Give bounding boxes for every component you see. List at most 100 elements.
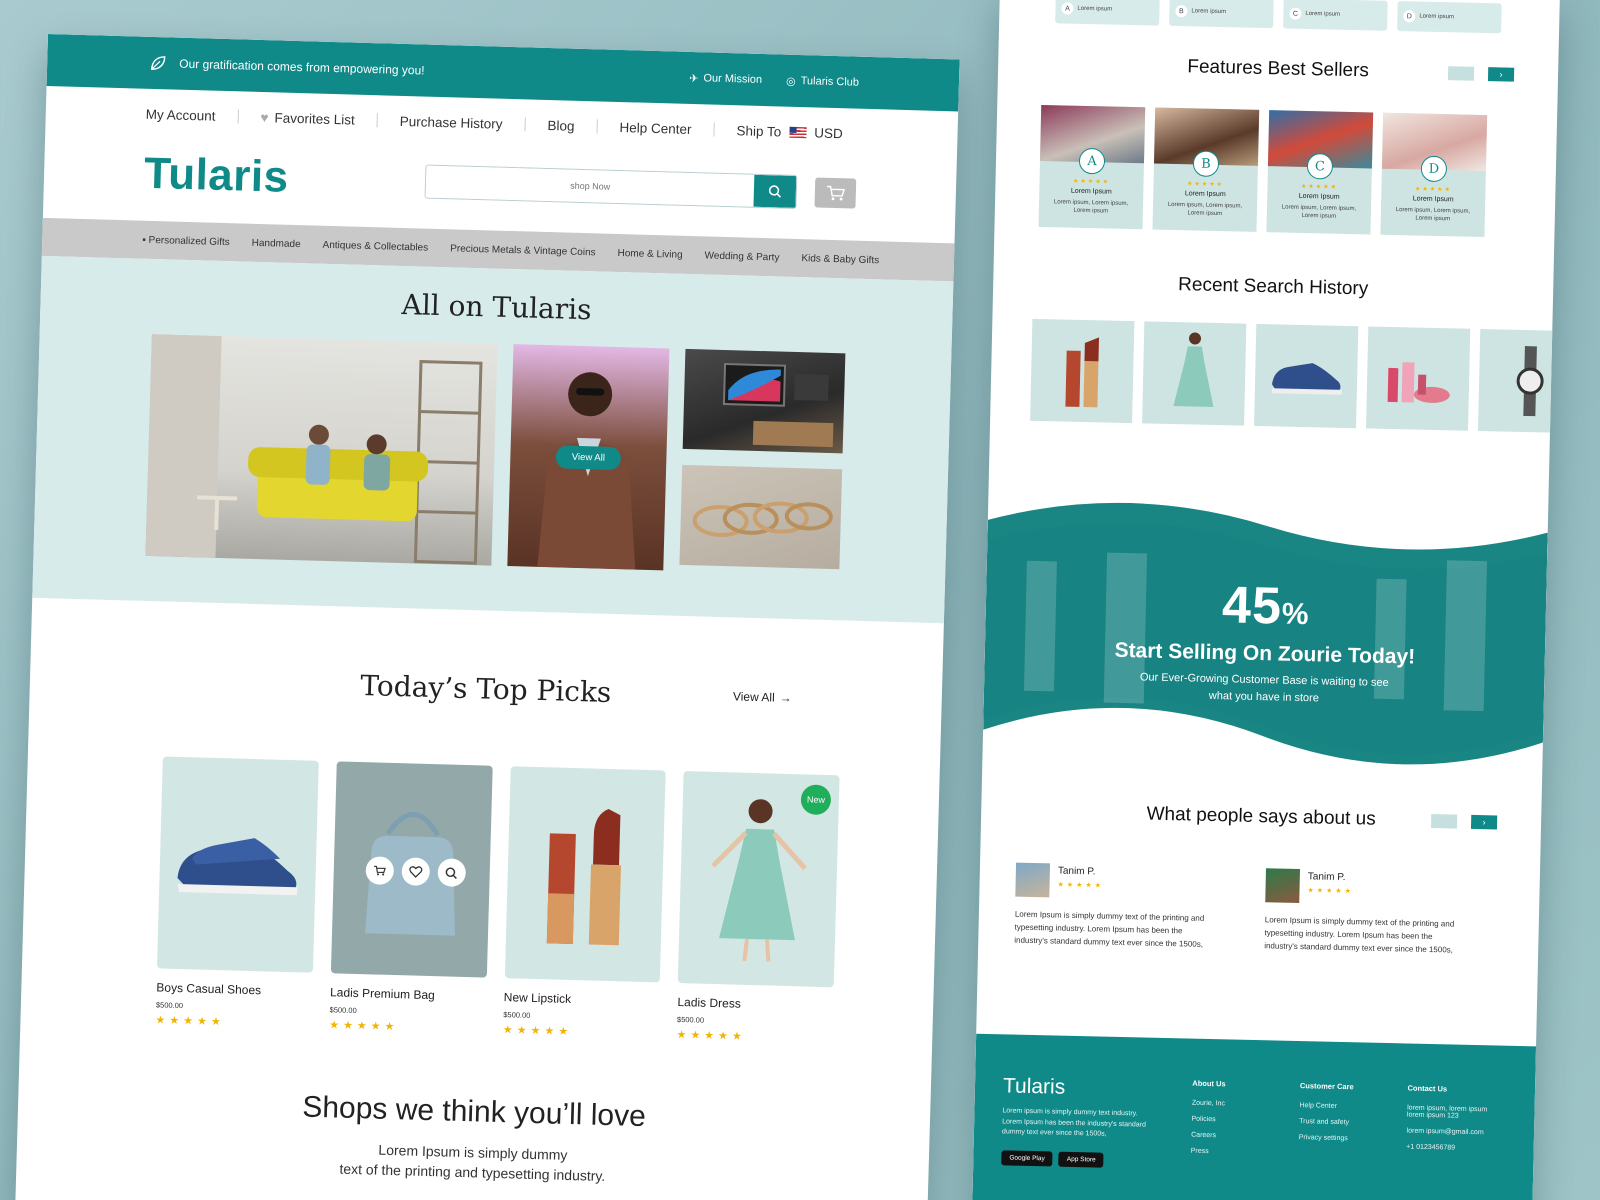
logo[interactable]: Tularis: [143, 149, 385, 206]
footer-brand: Tularis Lorem ipsum is simply dummy text…: [1001, 1074, 1153, 1197]
top-picks-section: Today’s Top Picks View All → Boys Casual …: [20, 598, 944, 1048]
promo-banner: 45% Start Selling On Zourie Today! Our E…: [982, 480, 1548, 773]
recent-search-title: Recent Search History: [1177, 274, 1369, 300]
living-room-image[interactable]: [145, 334, 498, 566]
hero-side-images: [679, 348, 846, 575]
product-card[interactable]: New Ladis Dress $500.00 ★★★★★: [676, 771, 840, 1045]
best-sellers-header: Features Best Sellers ›: [998, 52, 1558, 87]
search-input[interactable]: [425, 165, 755, 207]
product-name[interactable]: Ladis Premium Bag: [330, 985, 486, 1003]
category-precious-metals[interactable]: Precious Metals & Vintage Coins: [450, 243, 596, 258]
testimonials-title: What people says about us: [1146, 803, 1376, 830]
product-card[interactable]: New Lipstick $500.00 ★★★★★: [503, 766, 666, 1040]
arrow-right-icon: →: [779, 690, 792, 705]
best-seller-card[interactable]: A ★★★★★ Lorem Ipsum Lorem ipsum, Lorem i…: [1038, 104, 1146, 230]
fashion-man-image[interactable]: View All: [507, 344, 670, 571]
mini-card[interactable]: C Lorem ipsum: [1283, 0, 1388, 31]
seller-name: Lorem Ipsum: [1412, 195, 1454, 204]
mini-card[interactable]: A Lorem ipsum: [1055, 0, 1160, 26]
product-image[interactable]: [156, 756, 319, 973]
best-seller-card[interactable]: C ★★★★★ Lorem Ipsum Lorem ipsum, Lorem i…: [1266, 110, 1374, 235]
footer-logo[interactable]: Tularis: [1003, 1074, 1153, 1101]
footer-link[interactable]: Policies: [1191, 1116, 1259, 1125]
tularis-club-link[interactable]: ◎ Tularis Club: [786, 74, 859, 89]
prev-button[interactable]: [1430, 813, 1458, 829]
recent-item-dress[interactable]: [1142, 321, 1247, 426]
hero-view-all-button[interactable]: View All: [555, 445, 622, 471]
product-image[interactable]: [504, 766, 666, 983]
product-name[interactable]: Boys Casual Shoes: [156, 980, 312, 998]
purchase-history-link[interactable]: Purchase History: [400, 113, 503, 131]
blog-link[interactable]: Blog: [547, 117, 574, 133]
quick-view-button[interactable]: [437, 858, 466, 887]
help-center-link[interactable]: Help Center: [619, 119, 691, 136]
category-wedding-party[interactable]: Wedding & Party: [704, 250, 779, 263]
top-picks-view-all-link[interactable]: View All →: [733, 689, 792, 705]
product-grid: Boys Casual Shoes $500.00 ★★★★★ Ladis Pr…: [120, 756, 840, 1046]
favorites-link[interactable]: ♥ Favorites List: [260, 109, 355, 127]
footer-column-contact: Contact Us lorem ipsum, lorem ipsum lore…: [1405, 1084, 1507, 1200]
chevron-right-icon: ›: [1499, 69, 1503, 80]
product-price: $500.00: [676, 1014, 705, 1025]
shops-title: Shops we think you’ll love: [301, 1090, 647, 1134]
testimonial-card: Tanim P. ★★★★★ Lorem Ipsum is simply dumm…: [1014, 862, 1206, 952]
category-home-living[interactable]: Home & Living: [617, 247, 682, 260]
recent-search-header: Recent Search History: [993, 270, 1553, 305]
seller-description: Lorem ipsum, Lorem ipsum, Lorem ipsum: [1167, 201, 1243, 217]
footer-phone[interactable]: +1 0123456789: [1406, 1144, 1506, 1153]
footer-link[interactable]: Zourie, Inc: [1192, 1100, 1260, 1109]
add-to-cart-button[interactable]: [365, 856, 394, 885]
our-mission-link[interactable]: ✈ Our Mission: [689, 71, 762, 86]
footer-about-text: Lorem ipsum is simply dummy text industr…: [1001, 1107, 1146, 1138]
product-price: $500.00: [503, 1010, 531, 1020]
category-handmade[interactable]: Handmade: [252, 237, 301, 249]
cart-button[interactable]: [814, 177, 857, 209]
product-name[interactable]: New Lipstick: [504, 990, 660, 1008]
my-account-link[interactable]: My Account: [146, 106, 216, 123]
recent-item-lipstick[interactable]: [1030, 318, 1135, 424]
product-quick-actions: [365, 856, 466, 887]
product-image[interactable]: [330, 761, 493, 978]
footer-link[interactable]: Trust and safety: [1299, 1118, 1367, 1127]
rating-stars: ★★★★★: [1307, 887, 1354, 896]
category-personalized-gifts[interactable]: ▪ Personalized Gifts: [142, 234, 230, 247]
best-sellers-list: A ★★★★★ Lorem Ipsum Lorem ipsum, Lorem i…: [995, 104, 1558, 239]
rating-stars: ★★★★★: [1300, 183, 1338, 191]
next-button[interactable]: ›: [1487, 67, 1515, 82]
recent-item-cosmetics[interactable]: [1366, 326, 1471, 431]
product-image[interactable]: New: [677, 771, 840, 988]
app-store-button[interactable]: App Store: [1058, 1151, 1104, 1168]
search-button[interactable]: [753, 174, 797, 208]
product-card[interactable]: Ladis Premium Bag $500.00 ★★★★★: [329, 761, 493, 1035]
prev-button[interactable]: [1447, 66, 1475, 81]
category-kids-baby[interactable]: Kids & Baby Gifts: [801, 253, 879, 266]
footer-link[interactable]: Help Center: [1299, 1102, 1367, 1111]
seller-description: Lorem ipsum, Lorem ipsum, Lorem ipsum: [1281, 204, 1357, 220]
divider: [596, 119, 598, 134]
footer-link[interactable]: Privacy settings: [1299, 1134, 1367, 1143]
recent-item-watch[interactable]: [1477, 328, 1560, 434]
footer-link[interactable]: Press: [1191, 1148, 1259, 1157]
best-seller-card[interactable]: B ★★★★★ Lorem Ipsum Lorem ipsum, Lorem i…: [1152, 107, 1260, 232]
workspace-image[interactable]: [682, 348, 846, 454]
best-seller-card[interactable]: D ★★★★★ Lorem Ipsum Lorem ipsum, Lorem i…: [1380, 112, 1488, 238]
next-button[interactable]: ›: [1470, 814, 1498, 830]
rating-stars: ★★★★★: [1414, 186, 1452, 194]
testimonial-text: Lorem Ipsum is simply dummy text of the …: [1264, 915, 1455, 955]
footer-email[interactable]: lorem ipsum@gmail.com: [1407, 1128, 1507, 1137]
mini-card[interactable]: B Lorem ipsum: [1169, 0, 1274, 29]
mini-card[interactable]: D Lorem ipsum: [1397, 1, 1502, 34]
product-card[interactable]: Boys Casual Shoes $500.00 ★★★★★: [155, 756, 319, 1030]
recent-item-shoe[interactable]: [1254, 323, 1359, 429]
top-picks-header: Today’s Top Picks View All →: [130, 663, 843, 716]
search-icon: [445, 866, 458, 879]
product-name[interactable]: Ladis Dress: [677, 995, 833, 1013]
ship-to-selector[interactable]: Ship To USD: [736, 123, 843, 141]
footer-link[interactable]: Careers: [1191, 1132, 1259, 1141]
category-antiques[interactable]: Antiques & Collectables: [322, 239, 428, 253]
divider: [376, 113, 378, 128]
google-play-button[interactable]: Google Play: [1001, 1149, 1053, 1166]
add-to-wishlist-button[interactable]: [401, 857, 430, 886]
seller-initial: D: [1420, 155, 1448, 183]
bracelets-image[interactable]: [679, 464, 843, 570]
